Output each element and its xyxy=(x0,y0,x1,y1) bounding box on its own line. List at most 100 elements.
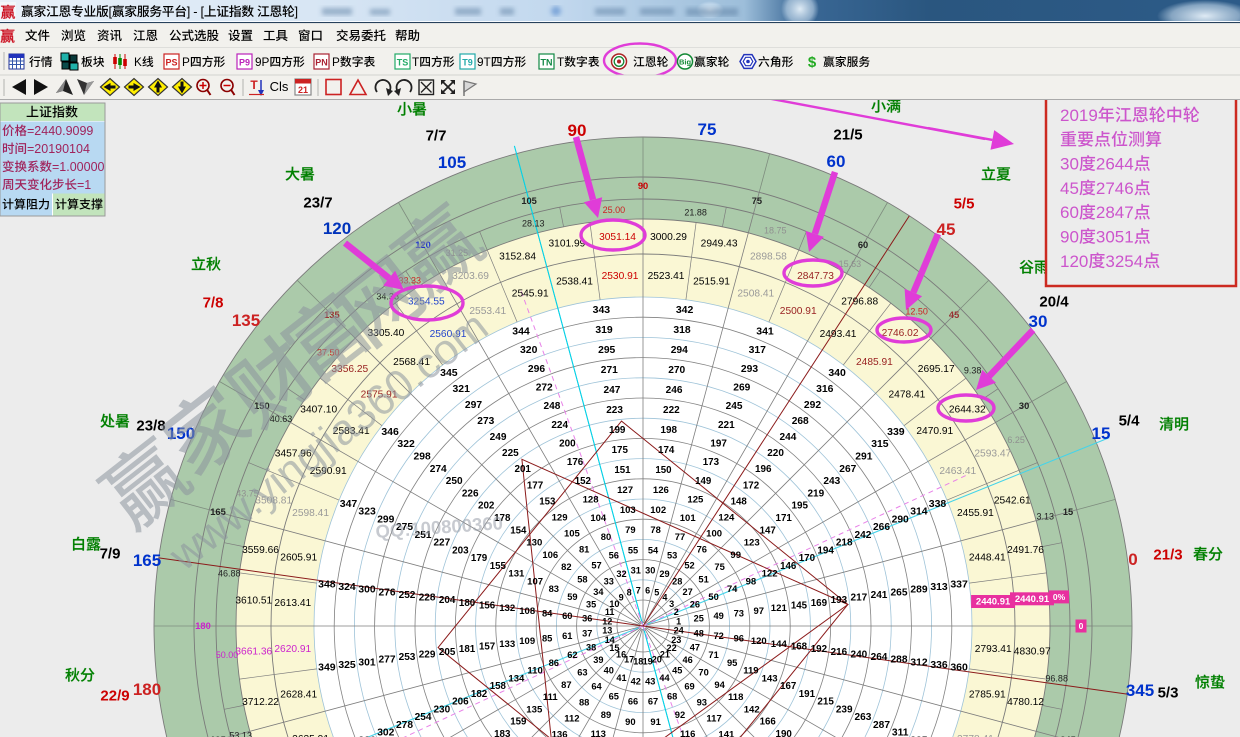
svg-text:3000.29: 3000.29 xyxy=(650,232,687,243)
svg-text:338: 338 xyxy=(929,498,947,510)
svg-text:60: 60 xyxy=(827,152,846,171)
svg-text:2620.91: 2620.91 xyxy=(274,644,311,655)
svg-text:85: 85 xyxy=(542,633,552,644)
svg-text:2538.41: 2538.41 xyxy=(556,277,593,288)
svg-text:227: 227 xyxy=(433,538,450,549)
svg-text:264: 264 xyxy=(871,652,888,663)
svg-text:156: 156 xyxy=(479,601,496,612)
svg-text:157: 157 xyxy=(479,642,495,653)
svg-text:=20190104: =20190104 xyxy=(27,142,90,156)
svg-text:277: 277 xyxy=(379,655,396,666)
svg-text:319: 319 xyxy=(595,325,613,336)
svg-text:75: 75 xyxy=(698,120,717,139)
svg-text:2485.91: 2485.91 xyxy=(856,357,893,368)
svg-text:2542.61: 2542.61 xyxy=(994,496,1031,507)
svg-text:32: 32 xyxy=(616,569,626,579)
svg-text:PN: PN xyxy=(315,58,328,68)
svg-text:116: 116 xyxy=(680,729,695,737)
svg-text:324: 324 xyxy=(338,582,356,593)
svg-text:202: 202 xyxy=(478,501,495,512)
svg-text:136: 136 xyxy=(552,730,568,737)
svg-text:152: 152 xyxy=(575,476,591,487)
svg-text:322: 322 xyxy=(397,439,415,450)
svg-text:2949.43: 2949.43 xyxy=(701,239,738,250)
svg-text:249: 249 xyxy=(490,432,507,443)
svg-text:99: 99 xyxy=(730,550,741,561)
svg-text:2847: 2847 xyxy=(1096,203,1134,222)
svg-text:40: 40 xyxy=(604,666,614,676)
svg-text:180: 180 xyxy=(459,598,476,609)
svg-text:2695.17: 2695.17 xyxy=(918,364,955,375)
svg-text:195: 195 xyxy=(792,501,809,512)
svg-text:43: 43 xyxy=(645,677,655,687)
svg-text:247: 247 xyxy=(603,385,620,396)
svg-text:105: 105 xyxy=(564,528,581,539)
svg-text:33: 33 xyxy=(604,576,614,586)
svg-text:105: 105 xyxy=(521,196,537,206)
svg-text:267: 267 xyxy=(839,464,856,475)
svg-text:2523.41: 2523.41 xyxy=(648,271,685,282)
svg-text:171: 171 xyxy=(776,513,793,524)
svg-text:311: 311 xyxy=(892,728,909,737)
svg-text:90: 90 xyxy=(1060,228,1079,247)
svg-text:5/3: 5/3 xyxy=(1158,684,1179,701)
svg-text:244: 244 xyxy=(779,432,796,443)
svg-text:$: $ xyxy=(808,54,817,71)
svg-text:5/4: 5/4 xyxy=(1119,412,1141,429)
svg-text:217: 217 xyxy=(851,593,868,604)
svg-text:141: 141 xyxy=(718,730,735,737)
svg-text:4830.97: 4830.97 xyxy=(1014,647,1051,658)
svg-text:105: 105 xyxy=(438,153,466,172)
svg-text:97: 97 xyxy=(754,606,765,617)
svg-text:50: 50 xyxy=(708,592,718,602)
svg-text:3.13: 3.13 xyxy=(1037,511,1055,521)
svg-text:96.88: 96.88 xyxy=(1045,674,1068,684)
svg-text:7: 7 xyxy=(636,585,641,595)
svg-text:53: 53 xyxy=(667,550,677,560)
svg-text:40.63: 40.63 xyxy=(270,414,293,424)
svg-text:112: 112 xyxy=(564,714,579,725)
svg-text:265: 265 xyxy=(891,587,908,598)
svg-text:22/9: 22/9 xyxy=(100,687,129,704)
svg-text:53.13: 53.13 xyxy=(229,731,252,737)
svg-text:2644: 2644 xyxy=(1096,155,1134,174)
svg-text:175: 175 xyxy=(612,445,629,456)
svg-text:2: 2 xyxy=(674,607,679,617)
svg-text:302: 302 xyxy=(377,728,394,737)
svg-text:229: 229 xyxy=(419,649,436,660)
svg-text:149: 149 xyxy=(695,476,712,487)
svg-text:21.88: 21.88 xyxy=(684,207,707,217)
svg-text:31: 31 xyxy=(631,565,641,575)
svg-text:2593.47: 2593.47 xyxy=(974,449,1011,460)
svg-text:39: 39 xyxy=(593,655,603,665)
svg-text:81: 81 xyxy=(579,543,589,554)
svg-text:205: 205 xyxy=(439,647,456,658)
svg-text:222: 222 xyxy=(663,405,680,416)
svg-text:132: 132 xyxy=(499,603,515,614)
svg-text:2448.41: 2448.41 xyxy=(969,553,1006,564)
svg-text:198: 198 xyxy=(661,425,678,436)
svg-text:347: 347 xyxy=(340,498,358,510)
svg-text:0%: 0% xyxy=(1053,592,1066,602)
svg-text:273: 273 xyxy=(477,416,494,427)
svg-text:5/5: 5/5 xyxy=(954,195,975,212)
svg-text:27: 27 xyxy=(682,587,692,597)
svg-text:=1.00000: =1.00000 xyxy=(52,160,105,174)
svg-text:2470.91: 2470.91 xyxy=(916,426,953,437)
svg-text:239: 239 xyxy=(836,704,853,715)
svg-text:78: 78 xyxy=(650,524,660,535)
svg-text:56: 56 xyxy=(609,550,619,560)
svg-text:2545.91: 2545.91 xyxy=(512,289,549,300)
svg-text:166: 166 xyxy=(760,717,777,728)
svg-text:340: 340 xyxy=(828,367,846,379)
svg-text:151: 151 xyxy=(614,465,631,476)
svg-text:127: 127 xyxy=(617,485,633,496)
svg-text:4780.12: 4780.12 xyxy=(1007,697,1044,708)
svg-text:320: 320 xyxy=(520,345,538,356)
svg-text:177: 177 xyxy=(527,480,544,491)
svg-text:100: 100 xyxy=(706,528,722,539)
svg-text:168: 168 xyxy=(791,642,808,653)
svg-text:45: 45 xyxy=(1060,179,1079,198)
svg-text:148: 148 xyxy=(731,496,748,507)
svg-text:250: 250 xyxy=(446,476,463,487)
